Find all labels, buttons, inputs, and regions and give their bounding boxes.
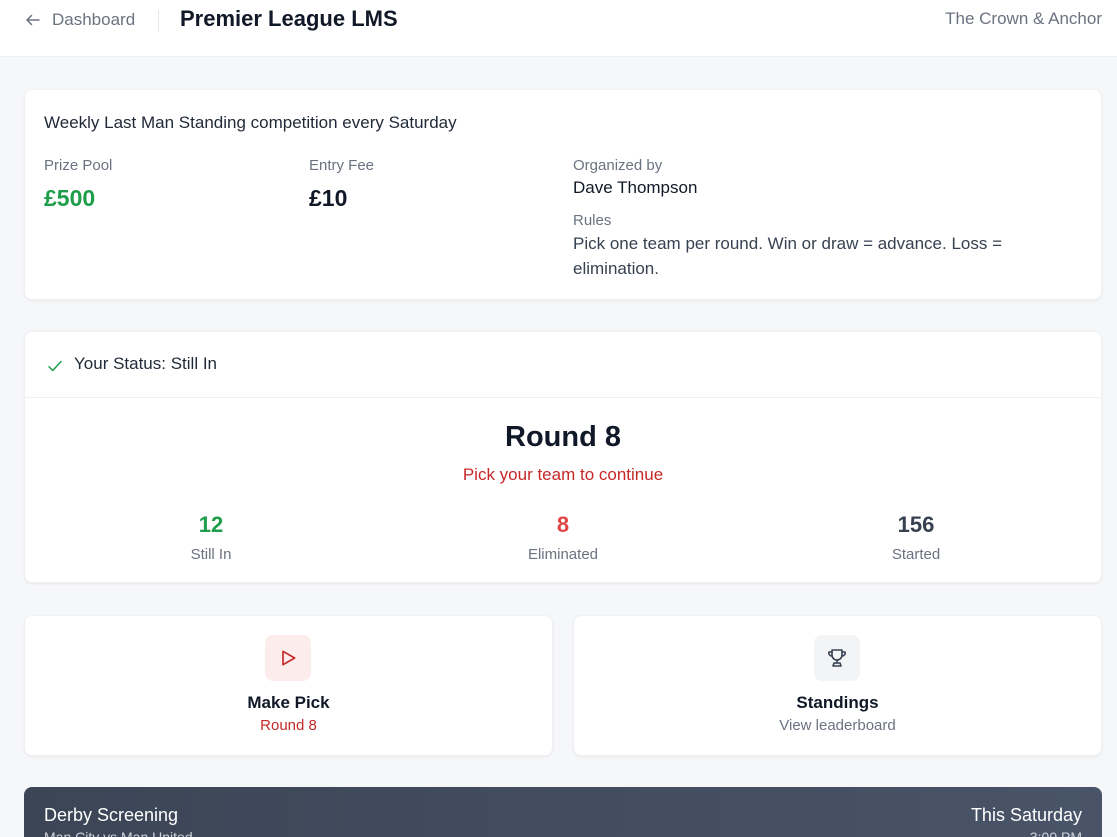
standings-subtitle: View leaderboard bbox=[779, 717, 896, 734]
stat-eliminated: 8 Eliminated bbox=[463, 512, 663, 563]
standings-icon-box bbox=[814, 635, 860, 681]
make-pick-button[interactable]: Make Pick Round 8 bbox=[24, 615, 553, 756]
make-pick-icon-box bbox=[265, 635, 311, 681]
header-divider bbox=[158, 10, 159, 32]
competition-description: Weekly Last Man Standing competition eve… bbox=[44, 113, 457, 132]
event-time: 3:00 PM bbox=[1029, 829, 1082, 837]
standings-button[interactable]: Standings View leaderboard bbox=[573, 615, 1102, 756]
stat-label: Eliminated bbox=[527, 546, 599, 563]
event-day: This Saturday bbox=[970, 805, 1082, 825]
stat-started: 156 Started bbox=[816, 512, 1016, 563]
stat-value: 156 bbox=[897, 512, 935, 537]
prize-pool-value: £500 bbox=[44, 185, 96, 211]
status-header: Your Status: Still In bbox=[25, 332, 1101, 398]
play-icon bbox=[282, 650, 296, 666]
status-text: Your Status: Still In bbox=[74, 354, 218, 373]
stat-value: 12 bbox=[198, 512, 224, 537]
round-subtitle: Pick your team to continue bbox=[462, 465, 664, 484]
rules-text: Pick one team per round. Win or draw = a… bbox=[573, 234, 1003, 278]
round-title: Round 8 bbox=[505, 421, 621, 453]
back-link-label: Dashboard bbox=[52, 10, 136, 29]
event-banner[interactable]: Derby Screening Man City vs Man United T… bbox=[24, 787, 1102, 837]
venue-name: The Crown & Anchor bbox=[945, 9, 1102, 28]
entry-fee-label: Entry Fee bbox=[309, 157, 375, 174]
make-pick-title: Make Pick bbox=[247, 693, 330, 712]
trophy-icon bbox=[828, 649, 846, 667]
organizer-name: Dave Thompson bbox=[573, 178, 698, 197]
event-subtitle: Man City vs Man United bbox=[44, 829, 193, 837]
arrow-left-icon bbox=[26, 14, 40, 26]
status-card: Your Status: Still In Round 8 Pick your … bbox=[24, 331, 1102, 583]
top-bar: Dashboard Premier League LMS The Crown &… bbox=[0, 0, 1117, 57]
make-pick-subtitle: Round 8 bbox=[260, 717, 317, 734]
standings-title: Standings bbox=[796, 693, 879, 712]
event-title: Derby Screening bbox=[44, 805, 179, 825]
competition-info-card: Weekly Last Man Standing competition eve… bbox=[24, 89, 1102, 300]
entry-fee-value: £10 bbox=[309, 185, 348, 211]
stat-value: 8 bbox=[556, 512, 570, 537]
rules-label: Rules bbox=[573, 212, 612, 229]
organizer-label: Organized by bbox=[573, 157, 663, 174]
back-to-dashboard-link[interactable]: Dashboard bbox=[24, 8, 135, 32]
check-icon bbox=[48, 360, 62, 372]
page-title: Premier League LMS bbox=[180, 6, 398, 31]
stat-still-in: 12 Still In bbox=[111, 512, 311, 563]
stat-label: Still In bbox=[190, 546, 232, 563]
prize-pool-label: Prize Pool bbox=[44, 157, 113, 174]
stat-label: Started bbox=[891, 546, 941, 563]
